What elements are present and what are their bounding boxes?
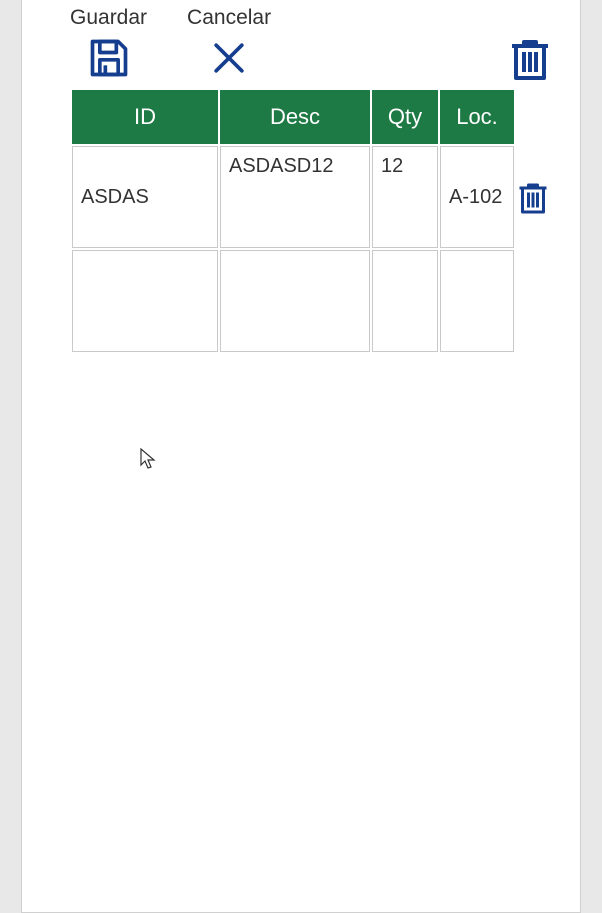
col-id: ID	[72, 90, 218, 144]
cell-qty[interactable]: 12	[372, 146, 438, 248]
trash-icon	[510, 34, 550, 82]
table-row[interactable]: ASDAS ASDASD12 12 A-102	[72, 146, 556, 248]
save-icon	[87, 36, 131, 80]
cell-qty[interactable]	[372, 250, 438, 352]
save-button[interactable]: Guardar	[70, 6, 147, 80]
header-row: ID Desc Qty Loc.	[72, 90, 556, 144]
col-desc: Desc	[220, 90, 370, 144]
toolbar: Guardar Cancelar	[22, 6, 580, 80]
col-loc: Loc.	[440, 90, 514, 144]
table-row[interactable]	[72, 250, 556, 352]
row-delete-button[interactable]	[516, 146, 556, 248]
cursor-icon	[140, 448, 156, 470]
panel: Guardar Cancelar	[21, 0, 581, 913]
cell-desc[interactable]	[220, 250, 370, 352]
delete-all-button[interactable]	[510, 34, 550, 82]
cancel-label: Cancelar	[187, 6, 271, 30]
cell-id[interactable]	[72, 250, 218, 352]
row-actions-empty	[516, 250, 556, 352]
cell-desc[interactable]: ASDASD12	[220, 146, 370, 248]
cancel-button[interactable]: Cancelar	[187, 6, 271, 80]
cell-id[interactable]: ASDAS	[72, 146, 218, 248]
col-qty: Qty	[372, 90, 438, 144]
cell-loc[interactable]: A-102	[440, 146, 514, 248]
cell-loc[interactable]	[440, 250, 514, 352]
close-icon	[207, 36, 251, 80]
data-grid: ID Desc Qty Loc. ASDAS ASDASD12 12 A-102	[70, 88, 558, 354]
save-label: Guardar	[70, 6, 147, 30]
col-actions	[516, 90, 556, 144]
trash-icon	[518, 179, 556, 215]
